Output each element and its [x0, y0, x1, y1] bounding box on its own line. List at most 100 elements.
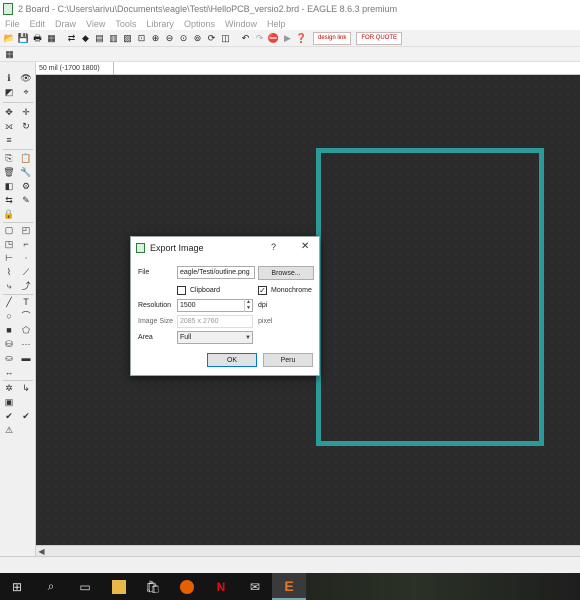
cam-icon[interactable]: ▦ [45, 32, 58, 45]
polygon-icon[interactable]: ⬠ [20, 324, 32, 336]
ulp-icon[interactable]: ▥ [107, 32, 120, 45]
show-icon[interactable]: 👁 [20, 72, 32, 84]
meander-icon[interactable]: ⌇ [3, 266, 15, 278]
resolution-input[interactable]: 1500 [177, 299, 253, 312]
delete-icon[interactable]: 🗑 [3, 166, 15, 178]
scr-icon[interactable]: ▤ [93, 32, 106, 45]
zoom-out-icon[interactable]: ⊖ [163, 32, 176, 45]
layer-icon[interactable]: ▣ [3, 396, 15, 408]
group-icon[interactable]: ◧ [3, 180, 15, 192]
dimension-icon[interactable]: ↔ [3, 366, 15, 378]
cancel-button[interactable]: Peru [263, 353, 313, 367]
monochrome-checkbox[interactable]: ✓ [258, 286, 267, 295]
lock-icon[interactable]: 🔒 [3, 208, 15, 220]
menu-draw[interactable]: Draw [55, 19, 76, 29]
browse-button[interactable]: Browse... [258, 266, 314, 280]
via-icon[interactable]: ⛁ [3, 338, 15, 350]
grid-icon[interactable]: ▦ [3, 48, 16, 61]
zoom-window-icon[interactable]: ◫ [219, 32, 232, 45]
switch-schematic-icon[interactable]: ⇄ [65, 32, 78, 45]
rect-icon[interactable]: ■ [3, 324, 15, 336]
task-view-icon[interactable]: ▭ [68, 573, 102, 600]
help-icon[interactable]: ❓ [295, 32, 308, 45]
windows-start-icon[interactable]: ⊞ [0, 573, 34, 600]
zoom-select-icon[interactable]: ⊙ [177, 32, 190, 45]
fusion-icon[interactable]: ◆ [79, 32, 92, 45]
display-icon[interactable]: ◩ [3, 86, 15, 98]
replace-icon[interactable]: ⇆ [3, 194, 15, 206]
menu-edit[interactable]: Edit [30, 19, 46, 29]
firefox-icon[interactable] [170, 573, 204, 600]
file-explorer-icon[interactable] [102, 573, 136, 600]
erc-icon[interactable]: ✔ [3, 410, 15, 422]
move-icon[interactable]: ✥ [3, 106, 15, 118]
use-library-icon[interactable]: ▧ [121, 32, 134, 45]
undo-icon[interactable]: ↶ [239, 32, 252, 45]
store-icon[interactable]: 🛍 [136, 573, 170, 600]
pad-icon[interactable]: ▬ [20, 352, 32, 364]
zoom-fit-icon[interactable]: ⊡ [135, 32, 148, 45]
warning-icon[interactable]: ⚠ [3, 424, 15, 436]
open-icon[interactable]: 📂 [3, 32, 16, 45]
stop-icon[interactable]: ⛔ [267, 32, 280, 45]
copy-icon[interactable]: ⎘ [3, 152, 15, 164]
save-icon[interactable]: 💾 [17, 32, 30, 45]
circle-icon[interactable]: ○ [3, 310, 15, 322]
arc-icon[interactable]: ⌒ [20, 310, 32, 322]
miter-icon[interactable]: ⌐ [20, 238, 32, 250]
line-icon[interactable]: ╱ [3, 296, 15, 308]
route-icon[interactable]: ⤷ [3, 280, 15, 292]
horizontal-scrollbar[interactable]: ◀ [36, 545, 580, 556]
info-icon[interactable]: ℹ [3, 72, 15, 84]
file-path-input[interactable]: eagle/Testi/outline.png [177, 266, 255, 279]
paste-icon[interactable]: 📋 [20, 152, 32, 164]
for-quote-button[interactable]: FOR QUOTE [356, 31, 403, 45]
align-icon[interactable]: ≡ [3, 134, 15, 146]
mail-icon[interactable]: ✉ [238, 573, 272, 600]
redo-icon[interactable]: ↷ [253, 32, 266, 45]
menu-tools[interactable]: Tools [115, 19, 136, 29]
menu-view[interactable]: View [86, 19, 105, 29]
name-icon[interactable]: ▢ [3, 224, 15, 236]
redraw-icon[interactable]: ⟳ [205, 32, 218, 45]
menu-window[interactable]: Window [225, 19, 257, 29]
chevron-down-icon[interactable]: ▼ [245, 335, 251, 341]
move-cross-icon[interactable]: ✛ [20, 106, 32, 118]
mirror-icon[interactable]: ⟗ [3, 120, 15, 132]
signal-icon[interactable]: ⋯ [20, 338, 32, 350]
resolution-spinner[interactable]: ▲ ▼ [244, 299, 252, 312]
slice-icon[interactable]: ⟋ [20, 266, 32, 278]
search-icon[interactable]: ⌕ [34, 573, 68, 600]
ratsnest-icon[interactable]: ✲ [3, 382, 15, 394]
wrench-icon[interactable]: 🔧 [20, 166, 32, 178]
smash-icon[interactable]: ◳ [3, 238, 15, 250]
scroll-left-icon[interactable]: ◀ [36, 547, 47, 556]
split-icon[interactable]: ⊢ [3, 252, 15, 264]
design-link-button[interactable]: design link [313, 31, 352, 45]
change-icon[interactable]: ✎ [20, 194, 32, 206]
zoom-last-icon[interactable]: ⊚ [191, 32, 204, 45]
drc-icon[interactable]: ✔ [20, 410, 32, 422]
menu-options[interactable]: Options [184, 19, 215, 29]
help-button[interactable]: ? [271, 242, 276, 252]
print-icon[interactable]: 🖶 [31, 32, 44, 45]
value-icon[interactable]: ◰ [20, 224, 32, 236]
clipboard-checkbox[interactable] [177, 286, 186, 295]
attribute-icon[interactable]: ⚙ [20, 180, 32, 192]
netflix-icon[interactable]: N [204, 573, 238, 600]
rotate-icon[interactable]: ↻ [20, 120, 32, 132]
optimize-icon[interactable]: ⋅ [20, 252, 32, 264]
close-icon[interactable]: ✕ [301, 241, 309, 252]
area-select[interactable]: Full [177, 331, 253, 344]
ripup-icon[interactable]: ⤴ [20, 280, 32, 292]
mark-icon[interactable]: ⌖ [20, 86, 32, 98]
go-icon[interactable]: ▶ [281, 32, 294, 45]
autorouter-icon[interactable]: ↳ [20, 382, 32, 394]
menu-library[interactable]: Library [146, 19, 174, 29]
eagle-taskbar-icon[interactable]: E [272, 573, 306, 600]
hole-icon[interactable]: ⛀ [3, 352, 15, 364]
menu-help[interactable]: Help [267, 19, 286, 29]
ok-button[interactable]: OK [207, 353, 257, 367]
zoom-in-icon[interactable]: ⊕ [149, 32, 162, 45]
menu-file[interactable]: File [5, 19, 20, 29]
